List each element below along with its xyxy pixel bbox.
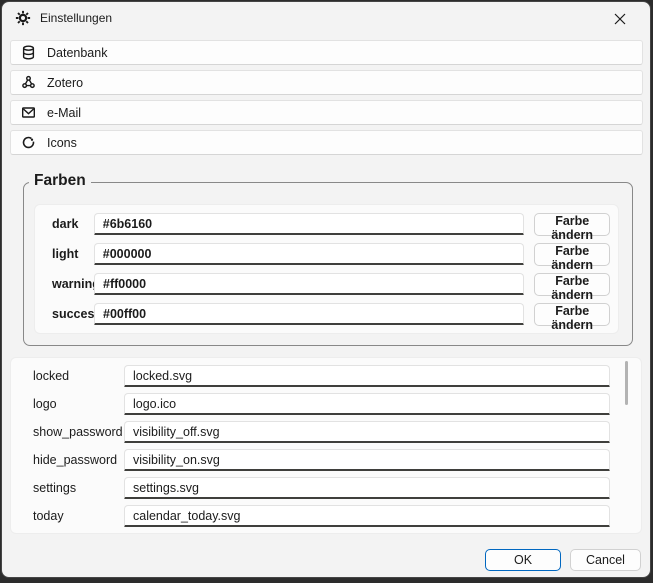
gear-icon	[15, 10, 31, 26]
cancel-button[interactable]: Cancel	[570, 549, 641, 571]
section-header-zotero[interactable]: Zotero	[10, 70, 643, 95]
color-row-warning: warning Farbe ändern	[43, 273, 610, 295]
icon-label: settings	[33, 481, 124, 495]
change-color-button-warning[interactable]: Farbe ändern	[534, 273, 610, 296]
icon-label: hide_password	[33, 453, 124, 467]
section-header-icons[interactable]: Icons	[10, 130, 643, 155]
settings-dialog: Einstellungen Datenbank	[1, 1, 651, 578]
icon-file-input-today[interactable]	[124, 505, 610, 527]
icons-list-panel: locked logo show_password hide_password …	[10, 357, 642, 534]
close-button[interactable]	[602, 6, 638, 31]
icon-row-settings: settings	[33, 477, 641, 499]
icon-label: show_password	[33, 425, 124, 439]
section-label: e-Mail	[47, 106, 81, 120]
desktop-background: Einstellungen Datenbank	[0, 0, 653, 583]
color-row-dark: dark Farbe ändern	[43, 213, 610, 235]
scrollbar-thumb[interactable]	[625, 361, 628, 405]
icon-label: logo	[33, 397, 124, 411]
section-label: Icons	[47, 136, 77, 150]
color-row-light: light Farbe ändern	[43, 243, 610, 265]
section-label: Zotero	[47, 76, 83, 90]
farben-groupbox: Farben dark Farbe ändern light Farbe änd…	[23, 182, 633, 346]
icon-file-input-hide-password[interactable]	[124, 449, 610, 471]
icon-row-locked: locked	[33, 365, 641, 387]
titlebar[interactable]: Einstellungen	[2, 2, 650, 34]
color-value-input-warning[interactable]	[94, 273, 524, 295]
farben-title: Farben	[29, 172, 91, 190]
color-label: dark	[43, 217, 94, 231]
icon-file-input-locked[interactable]	[124, 365, 610, 387]
icon-file-input-show-password[interactable]	[124, 421, 610, 443]
icon-label: today	[33, 509, 124, 523]
change-color-button-success[interactable]: Farbe ändern	[534, 303, 610, 326]
section-header-email[interactable]: e-Mail	[10, 100, 643, 125]
color-value-input-light[interactable]	[94, 243, 525, 265]
icon-label: locked	[33, 369, 124, 383]
window-title: Einstellungen	[40, 11, 112, 25]
color-label: success	[43, 307, 94, 321]
color-value-input-dark[interactable]	[94, 213, 525, 235]
close-icon	[614, 13, 626, 25]
change-color-button-light[interactable]: Farbe ändern	[534, 243, 610, 266]
sync-icon	[20, 135, 36, 150]
farben-panel: dark Farbe ändern light Farbe ändern war…	[34, 204, 619, 334]
color-row-success: success Farbe ändern	[43, 303, 610, 325]
color-label: warning	[43, 277, 94, 291]
change-color-button-dark[interactable]: Farbe ändern	[534, 213, 610, 236]
icon-row-today: today	[33, 505, 641, 527]
icon-row-show-password: show_password	[33, 421, 641, 443]
icon-row-hide-password: hide_password	[33, 449, 641, 471]
database-icon	[20, 45, 36, 60]
section-label: Datenbank	[47, 46, 107, 60]
icon-row-logo: logo	[33, 393, 641, 415]
zotero-icon	[20, 75, 36, 90]
mail-icon	[20, 105, 36, 120]
section-list: Datenbank Zotero	[10, 40, 643, 160]
icon-file-input-logo[interactable]	[124, 393, 610, 415]
icon-file-input-settings[interactable]	[124, 477, 610, 499]
color-label: light	[43, 247, 94, 261]
ok-button[interactable]: OK	[485, 549, 561, 571]
color-value-input-success[interactable]	[94, 303, 524, 325]
section-header-datenbank[interactable]: Datenbank	[10, 40, 643, 65]
